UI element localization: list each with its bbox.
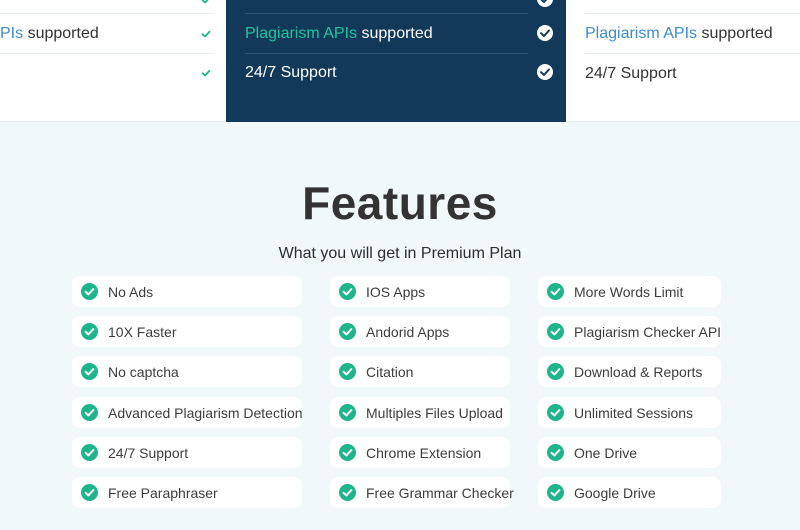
plan-feature-support: 24/7 Support [245,64,337,81]
plan-feature-apis: Plagiarism APIs supported [585,24,773,44]
feature-item: Advanced Plagiarism Detection [72,397,303,428]
features-title: Features [302,177,498,229]
features-subtitle: What you will get in Premium Plan [278,245,522,262]
plan-feature-api-suffix: supported [697,25,773,42]
feature-label: 10X Faster [108,323,177,340]
row-divider [585,13,800,14]
check-circle-icon [547,323,564,340]
feature-label: Chrome Extension [366,444,482,461]
plan-feature-api-suffix: supported [357,25,433,42]
feature-label: Unlimited Sessions [574,404,694,421]
plan-feature-apis: Plagiarism APIs supported [245,24,433,44]
feature-item: Plagiarism Checker API [538,316,721,347]
check-circle-icon [537,25,553,41]
check-circle-icon [339,484,356,501]
plan-feature-support: 24/7 Support [585,65,677,82]
feature-label: 24/7 Support [108,444,189,461]
plan-column-left: PIs supported [0,0,226,122]
row-divider [585,53,800,54]
check-circle-icon [81,283,98,300]
check-circle-icon [199,0,213,7]
feature-item: More Words Limit [538,276,721,307]
check-circle-icon [81,404,98,421]
check-circle-icon [547,283,564,300]
feature-item: Andorid Apps [330,316,510,347]
check-circle-icon [199,66,213,80]
feature-item: Free Grammar Checker [330,477,514,508]
check-circle-icon [339,323,356,340]
check-circle-icon [339,283,356,300]
check-circle-icon [547,484,564,501]
check-circle-icon [81,444,98,461]
feature-item: Citation [330,356,510,387]
feature-item: 10X Faster [72,316,302,347]
feature-label: No captcha [108,363,179,380]
plan-feature-apis: PIs supported [0,24,99,44]
feature-item: Unlimited Sessions [538,397,721,428]
feature-label: Multiples Files Upload [366,404,503,421]
check-circle-icon [547,404,564,421]
feature-item: IOS Apps [330,276,510,307]
check-circle-icon [537,64,553,80]
check-circle-icon [339,444,356,461]
check-circle-icon [81,323,98,340]
check-circle-icon [81,484,98,501]
check-circle-icon [339,404,356,421]
feature-label: Download & Reports [574,363,703,380]
pricing-plans-strip: PIs supported Plagiarism APIs supported … [0,0,800,122]
feature-label: Plagiarism Checker API [574,323,722,340]
row-divider [0,13,214,14]
plan-feature-api-suffix: supported [23,25,99,42]
check-circle-icon [547,363,564,380]
row-divider [245,53,528,54]
feature-item: Chrome Extension [330,437,510,468]
feature-label: Andorid Apps [366,323,450,340]
feature-label: Free Paraphraser [108,484,218,501]
check-circle-icon [547,444,564,461]
feature-label: No Ads [108,283,154,300]
feature-item: Google Drive [538,477,721,508]
feature-label: Free Grammar Checker [366,484,514,501]
check-circle-icon [339,363,356,380]
feature-item: Download & Reports [538,356,721,387]
check-circle-icon [199,27,213,41]
plan-feature-api-link[interactable]: Plagiarism APIs [245,25,357,42]
feature-label: One Drive [574,444,638,461]
feature-label: More Words Limit [574,283,684,300]
check-circle-icon [537,0,553,7]
row-divider [245,13,528,14]
feature-item: No Ads [72,276,302,307]
plan-feature-api-link[interactable]: PIs [0,25,23,42]
feature-item: One Drive [538,437,721,468]
feature-item: No captcha [72,356,302,387]
check-circle-icon [81,363,98,380]
plan-column-highlighted: Plagiarism APIs supported 24/7 Support [226,0,566,122]
feature-item: Multiples Files Upload [330,397,510,428]
plan-column-right: Plagiarism APIs supported 24/7 Support [566,0,800,122]
feature-label: IOS Apps [366,283,426,300]
feature-item: Free Paraphraser [72,477,302,508]
feature-label: Google Drive [574,484,656,501]
row-divider [0,53,214,54]
feature-label: Citation [366,363,414,380]
feature-item: 24/7 Support [72,437,302,468]
feature-label: Advanced Plagiarism Detection [108,404,303,421]
plan-feature-api-link[interactable]: Plagiarism APIs [585,25,697,42]
